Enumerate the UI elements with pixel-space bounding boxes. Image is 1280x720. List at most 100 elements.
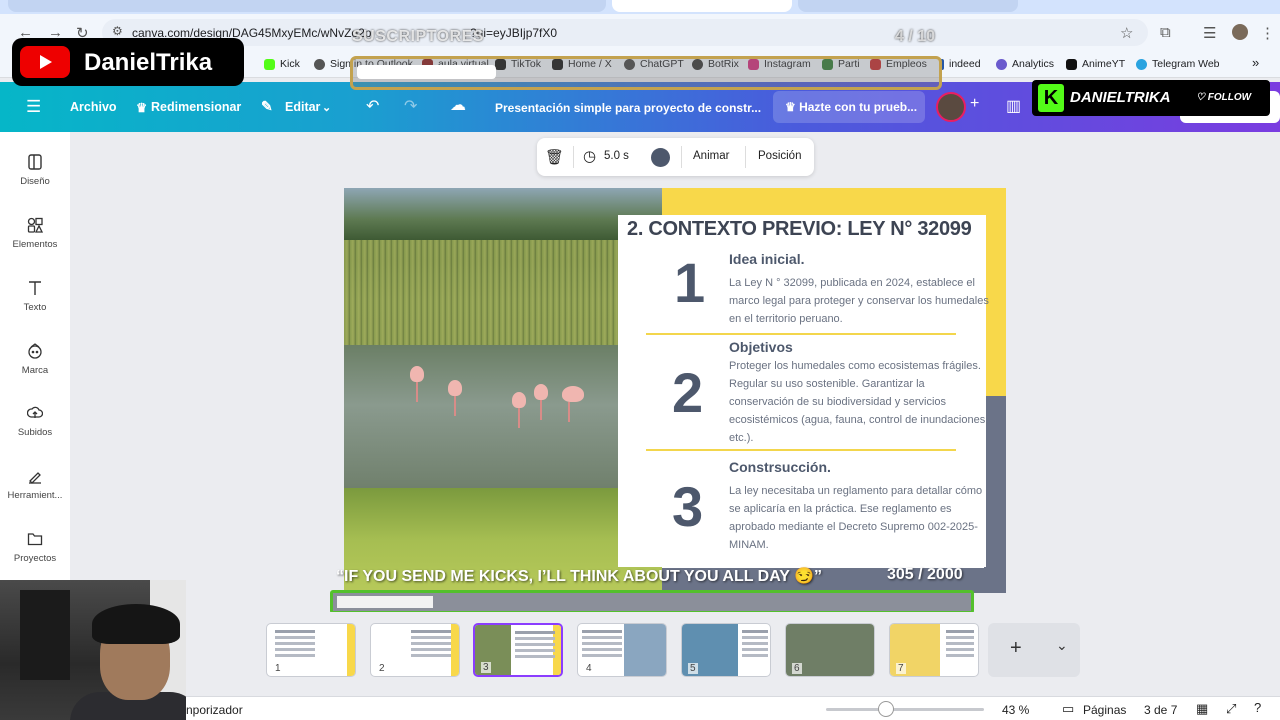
redo-icon[interactable]: ↷: [404, 96, 417, 116]
item-heading[interactable]: Objetivos: [729, 339, 793, 355]
item-body[interactable]: La ley necesitaba un reglamento para det…: [729, 482, 991, 554]
undo-icon[interactable]: ↶: [366, 96, 379, 116]
thumb-text: [946, 630, 974, 633]
posicion-button[interactable]: Posición: [758, 150, 801, 162]
sidebar-item-proyectos[interactable]: Proyectos: [0, 531, 70, 564]
item-number[interactable]: 1: [674, 250, 705, 315]
streamer-hair: [92, 604, 180, 644]
thumb-accent: [451, 624, 459, 676]
item-number[interactable]: 3: [672, 474, 703, 539]
hamburger-menu-icon[interactable]: ☰: [26, 97, 41, 117]
thumb-text: [275, 630, 315, 633]
kick-channel-name: DANIELTRIKA: [1070, 89, 1171, 106]
sidebar-item-texto[interactable]: Texto: [0, 280, 70, 313]
page-thumbnail[interactable]: 6: [785, 623, 875, 677]
page-thumbnail-active[interactable]: 3: [473, 623, 563, 677]
sidebar-label: Subidos: [17, 427, 53, 438]
site-info-icon[interactable]: ⚙: [112, 24, 123, 38]
thumb-number: 1: [273, 663, 283, 674]
sidebar-item-marca[interactable]: Marca: [0, 343, 70, 376]
item-body[interactable]: La Ley N ° 32099, publicada en 2024, est…: [729, 274, 991, 328]
analytics-chart-icon[interactable]: ▥: [1006, 96, 1021, 116]
bookmark-analytics[interactable]: Analytics: [996, 58, 1054, 70]
trial-promo-label: Hazte con tu prueb...: [799, 100, 918, 114]
browser-tab-active[interactable]: [612, 0, 792, 12]
thumb-number: 6: [792, 663, 802, 674]
sidebar-label: Marca: [21, 365, 49, 376]
zoom-slider-knob[interactable]: [878, 701, 894, 717]
browser-tab[interactable]: [798, 0, 1018, 12]
tools-icon: [29, 472, 41, 484]
subscribers-goal-fill: [357, 65, 496, 79]
sidebar-item-diseno[interactable]: Diseño: [0, 154, 70, 187]
thumb-text: [515, 631, 555, 634]
kicks-goal-message: “IF YOU SEND ME KICKS, I’LL THINK ABOUT …: [336, 568, 823, 585]
flamingo-photo[interactable]: [344, 188, 662, 593]
pages-button[interactable]: Páginas: [1083, 703, 1126, 717]
bookmark-label: Telegram Web: [1152, 58, 1220, 70]
trial-promo-button[interactable]: ♛ Hazte con tu prueb...: [773, 91, 925, 123]
help-icon[interactable]: ?: [1254, 700, 1261, 715]
pencil-icon: ✎: [261, 98, 273, 114]
item-number[interactable]: 2: [672, 360, 703, 425]
duration-button[interactable]: 5.0 s: [604, 150, 629, 162]
bookmark-star-icon[interactable]: ☆: [1120, 24, 1133, 42]
item-body[interactable]: Proteger los humedales como ecosistemas …: [729, 357, 991, 447]
media-icon[interactable]: ☰: [1203, 24, 1216, 42]
add-page-button[interactable]: + ⌄: [988, 623, 1080, 677]
sidebar-label: Herramient...: [7, 490, 63, 501]
archivo-menu[interactable]: Archivo: [70, 100, 117, 114]
subscribers-goal-bar: [350, 56, 942, 90]
zoom-slider[interactable]: [826, 708, 984, 711]
profile-avatar[interactable]: [1232, 24, 1248, 40]
cloud-save-icon[interactable]: ☁: [450, 95, 466, 115]
sidebar-item-herramientas[interactable]: Herramient...: [0, 468, 70, 501]
page-thumbnail[interactable]: 4: [577, 623, 667, 677]
chevron-down-icon[interactable]: ⌄: [322, 101, 331, 114]
sidebar-item-elementos[interactable]: Elementos: [0, 217, 70, 250]
editar-button[interactable]: Editar: [285, 100, 320, 114]
user-avatar[interactable]: [936, 92, 966, 122]
zoom-level[interactable]: 43 %: [1002, 703, 1029, 717]
trash-icon[interactable]: 🗑: [545, 148, 564, 166]
fullscreen-icon[interactable]: ⤢: [1226, 701, 1236, 717]
item-heading[interactable]: Idea inicial.: [729, 251, 804, 267]
timer-button[interactable]: nporizador: [186, 703, 243, 717]
browser-tab[interactable]: [8, 0, 606, 12]
more-bookmarks-icon[interactable]: »: [1252, 55, 1259, 70]
menu-dots-icon[interactable]: ⋮: [1260, 24, 1275, 42]
page-thumbnail[interactable]: 7: [889, 623, 979, 677]
slide-title[interactable]: 2. CONTEXTO PREVIO: LEY N° 32099: [627, 218, 972, 241]
crown-icon: ♛: [136, 101, 148, 115]
bookmark-indeed[interactable]: indeed: [940, 58, 981, 70]
page-thumbnail[interactable]: 2: [370, 623, 460, 677]
thumb-text: [742, 630, 768, 633]
bookmark-label: AnimeYT: [1082, 58, 1126, 70]
bookmark-animeyt[interactable]: AnimeYT: [1066, 58, 1125, 70]
folder-icon: [27, 533, 43, 546]
extensions-icon[interactable]: ⧉: [1160, 24, 1171, 41]
thumb-number: 7: [896, 663, 906, 674]
bookmark-label: indeed: [949, 58, 981, 70]
page-thumbnail[interactable]: 5: [681, 623, 771, 677]
chevron-down-icon[interactable]: ⌄: [1056, 637, 1068, 654]
subscribers-goal-label: SUSCRIPTORES: [352, 28, 484, 45]
sidebar-label: Diseño: [20, 176, 50, 187]
bookmark-telegram[interactable]: Telegram Web: [1136, 58, 1220, 70]
kick-channel-badge: K DANIELTRIKA ♡ FOLLOW: [1032, 80, 1270, 116]
divider: [745, 146, 746, 168]
redimensionar-button[interactable]: Redimensionar: [151, 100, 241, 114]
color-swatch[interactable]: [651, 148, 670, 167]
bookmark-kick[interactable]: Kick: [264, 58, 300, 70]
sidebar-item-subidos[interactable]: Subidos: [0, 405, 70, 438]
sidebar-label: Texto: [23, 302, 47, 313]
flamingo: [562, 386, 584, 422]
slide-canvas[interactable]: 2. CONTEXTO PREVIO: LEY N° 32099 1 Idea …: [344, 188, 1006, 593]
document-title[interactable]: Presentación simple para proyecto de con…: [495, 101, 761, 115]
animar-button[interactable]: Animar: [693, 150, 729, 162]
page-thumbnail[interactable]: 1: [266, 623, 356, 677]
grid-view-icon[interactable]: ▦: [1196, 701, 1208, 717]
add-collaborator-icon[interactable]: +: [970, 95, 979, 113]
item-heading[interactable]: Constrsucción.: [729, 459, 831, 475]
webcam-overlay: [0, 580, 186, 720]
